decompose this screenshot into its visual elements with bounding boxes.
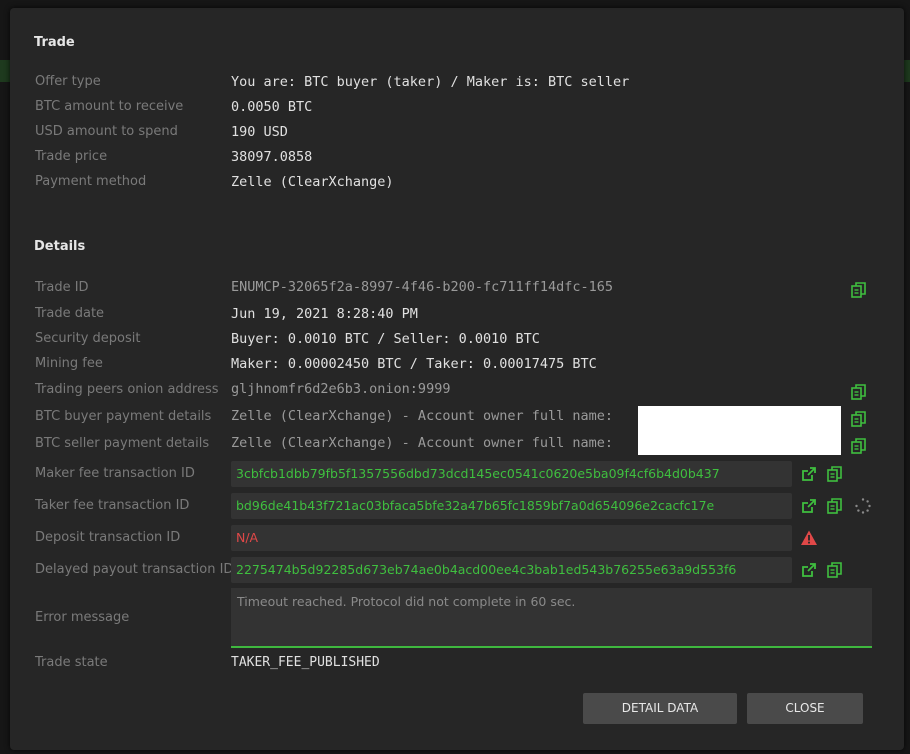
deposit-tx-field[interactable]: N/A <box>231 525 792 551</box>
trade-section-title: Trade <box>34 35 75 50</box>
trade-state-value: TAKER_FEE_PUBLISHED <box>231 655 380 670</box>
usd-amount-label: USD amount to spend <box>35 124 178 139</box>
copy-icon[interactable] <box>850 410 868 428</box>
seller-payment-label: BTC seller payment details <box>35 436 210 451</box>
security-deposit-value: Buyer: 0.0010 BTC / Seller: 0.0010 BTC <box>231 331 540 347</box>
offer-type-label: Offer type <box>35 74 101 89</box>
details-section-title: Details <box>34 239 86 254</box>
copy-icon[interactable] <box>826 465 844 483</box>
payment-method-label: Payment method <box>35 174 147 189</box>
error-message-field[interactable]: Timeout reached. Protocol did not comple… <box>231 588 872 648</box>
usd-amount-value: 190 USD <box>231 124 288 140</box>
copy-icon[interactable] <box>850 281 868 299</box>
external-link-icon[interactable] <box>800 497 818 515</box>
mining-fee-value: Maker: 0.00002450 BTC / Taker: 0.0001747… <box>231 356 597 372</box>
delayed-payout-tx-label: Delayed payout transaction ID <box>35 562 234 577</box>
trade-id-value: ENUMCP-32065f2a-8997-4f46-b200-fc711ff14… <box>231 279 614 295</box>
trade-state-label: Trade state <box>35 655 108 670</box>
copy-icon[interactable] <box>850 437 868 455</box>
maker-fee-tx-label: Maker fee transaction ID <box>35 466 195 481</box>
redaction-block <box>638 406 841 455</box>
trade-date-value: Jun 19, 2021 8:28:40 PM <box>231 306 418 322</box>
trade-details-dialog: Trade Offer type You are: BTC buyer (tak… <box>10 8 904 750</box>
copy-icon[interactable] <box>826 561 844 579</box>
payment-method-value: Zelle (ClearXchange) <box>231 174 394 190</box>
taker-fee-tx-field[interactable]: bd96de41b43f721ac03bfaca5bfe32a47b65fc18… <box>231 493 792 519</box>
maker-fee-tx-field[interactable]: 3cbfcb1dbb79fb5f1357556dbd73dcd145ec0541… <box>231 461 792 487</box>
copy-icon[interactable] <box>850 383 868 401</box>
trade-date-label: Trade date <box>35 306 105 321</box>
peers-onion-label: Trading peers onion address <box>35 382 219 397</box>
background-window-edge-left <box>0 60 10 82</box>
peers-onion-value: gljhnomfr6d2e6b3.onion:9999 <box>231 381 451 397</box>
trade-id-label: Trade ID <box>35 280 89 295</box>
background-window-edge-right <box>904 60 910 82</box>
close-button[interactable]: CLOSE <box>747 693 863 724</box>
taker-fee-tx-label: Taker fee transaction ID <box>35 498 190 513</box>
buyer-payment-label: BTC buyer payment details <box>35 409 212 424</box>
copy-icon[interactable] <box>826 497 844 515</box>
btc-amount-label: BTC amount to receive <box>35 99 184 114</box>
detail-data-button[interactable]: DETAIL DATA <box>583 693 737 724</box>
security-deposit-label: Security deposit <box>35 331 141 346</box>
offer-type-value: You are: BTC buyer (taker) / Maker is: B… <box>231 74 630 90</box>
trade-price-value: 38097.0858 <box>231 149 313 165</box>
btc-amount-value: 0.0050 BTC <box>231 99 313 115</box>
external-link-icon[interactable] <box>800 561 818 579</box>
error-message-label: Error message <box>35 610 130 625</box>
delayed-payout-tx-field[interactable]: 2275474b5d92285d673eb74ae0b4acd00ee4c3ba… <box>231 557 792 583</box>
trade-price-label: Trade price <box>35 149 108 164</box>
external-link-icon[interactable] <box>800 465 818 483</box>
mining-fee-label: Mining fee <box>35 356 103 371</box>
buyer-payment-value: Zelle (ClearXchange) - Account owner ful… <box>231 408 614 424</box>
deposit-tx-label: Deposit transaction ID <box>35 530 181 545</box>
seller-payment-value: Zelle (ClearXchange) - Account owner ful… <box>231 435 614 451</box>
spinner-icon <box>855 498 871 514</box>
warning-icon <box>801 530 817 545</box>
